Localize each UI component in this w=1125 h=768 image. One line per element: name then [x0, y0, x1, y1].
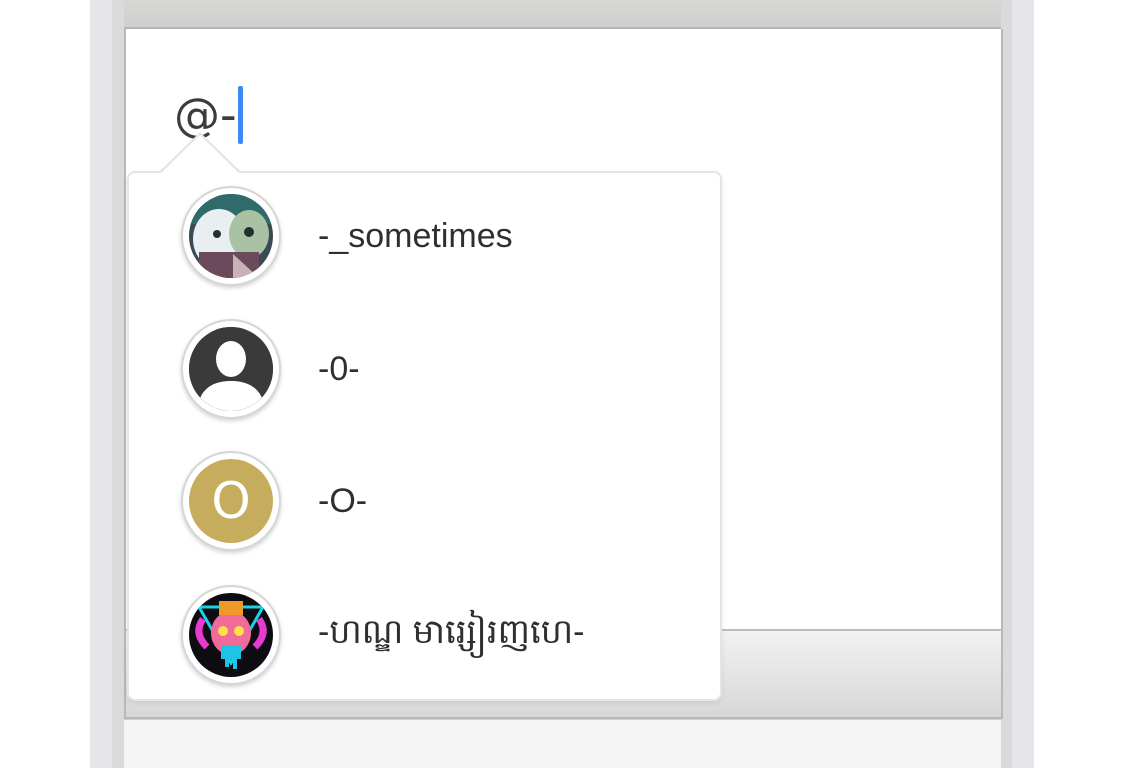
avatar-letter: O [211, 472, 251, 530]
default-person-silhouette-icon [189, 327, 273, 411]
editor-top-bar [124, 0, 1001, 29]
letter-avatar: O [189, 459, 273, 543]
mention-suggestion-item[interactable]: -0- [129, 309, 720, 429]
avatar: O [181, 451, 281, 551]
avatar [181, 186, 281, 286]
suggestion-username: -O- [318, 481, 368, 520]
window-frame-right [1012, 0, 1034, 768]
mention-suggestions-popup: -_sometimes -0- O -O- -ហណ្ឌ មារ្សៀរញហេ- [127, 171, 722, 701]
window-frame-inner-left [112, 0, 124, 768]
anime-character-avatar-icon [189, 194, 273, 278]
avatar [181, 319, 281, 419]
colorful-mask-avatar-icon [189, 593, 273, 677]
mention-suggestion-item[interactable]: -ហណ្ឌ មារ្សៀរញហេ- [129, 575, 720, 695]
app-screen: @- -_sometimes -0- O -O- -ហណ្ឌ មារ្សៀរញហ… [0, 0, 1125, 768]
mention-suggestion-item[interactable]: -_sometimes [129, 176, 720, 296]
window-frame-left [90, 0, 112, 768]
bottom-area [124, 719, 1001, 768]
suggestion-username: -ហណ្ឌ មារ្សៀរញហេ- [318, 613, 585, 651]
mention-suggestion-item[interactable]: O -O- [129, 441, 720, 561]
popup-arrow [161, 135, 239, 173]
suggestion-username: -_sometimes [318, 216, 513, 255]
avatar [181, 585, 281, 685]
suggestion-username: -0- [318, 349, 360, 388]
